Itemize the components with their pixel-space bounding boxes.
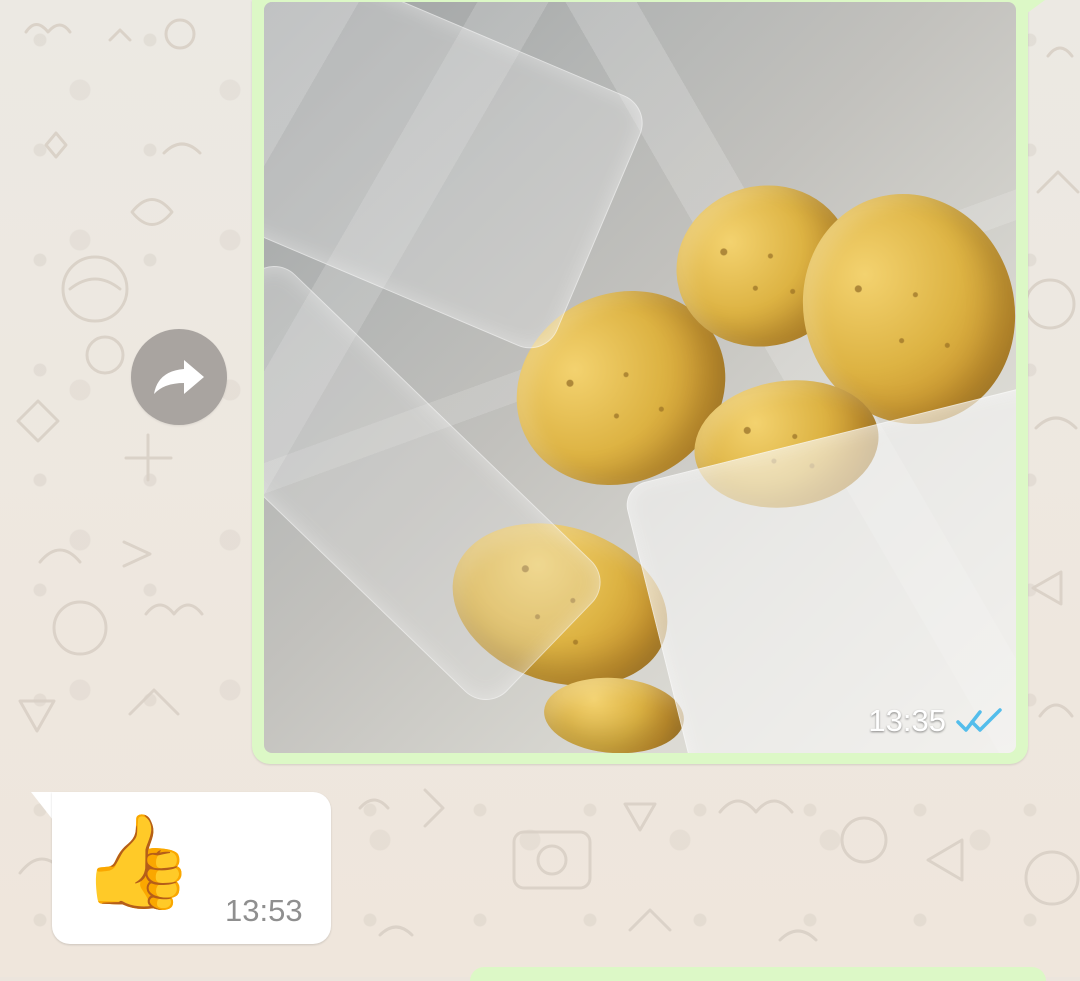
- outgoing-bubble-tail: [1015, 0, 1045, 22]
- potato: [541, 673, 687, 753]
- photo-message-time: 13:35: [868, 703, 946, 738]
- forward-button[interactable]: [131, 329, 227, 425]
- potato-photo[interactable]: [264, 2, 1016, 753]
- photo-message-meta: 13:35: [836, 692, 1006, 750]
- forward-arrow-icon: [154, 360, 204, 394]
- incoming-message-time: 13:53: [225, 893, 303, 928]
- incoming-bubble-tail: [31, 792, 53, 820]
- next-outgoing-bubble-peek: [470, 967, 1046, 981]
- double-check-icon: [956, 708, 1002, 732]
- thumbs-up-emoji: 👍: [80, 811, 195, 913]
